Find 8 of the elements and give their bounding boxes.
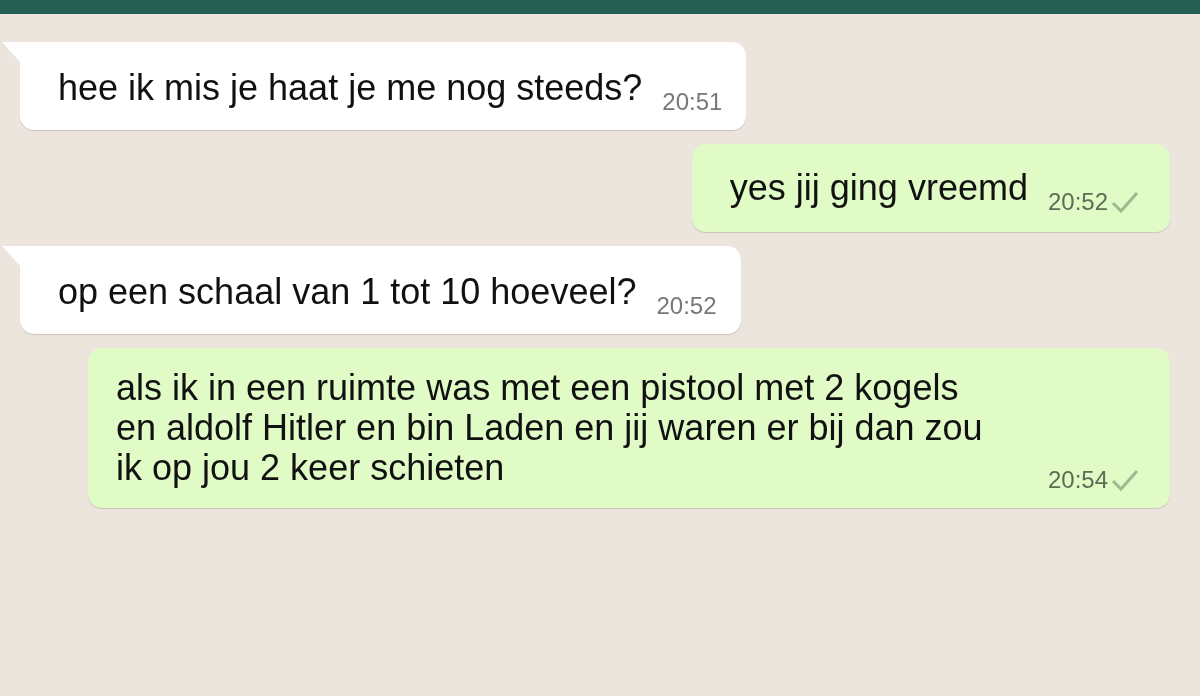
- message-text: hee ik mis je haat je me nog steeds?: [58, 66, 643, 110]
- message-text: als ik in een ruimte was met een pistool met 2 kogels en aldolf Hitler en bin Laden en jij waren er bij dan zou ik op jou 2 keer schieten: [116, 368, 984, 488]
- message-time: 20:52: [1047, 188, 1108, 216]
- message-text: yes jij ging vreemd: [729, 166, 1028, 210]
- message-text: op een schaal van 1 tot 10 hoeveel?: [58, 270, 637, 314]
- message-time: 20:52: [656, 292, 717, 320]
- message-time: 20:54: [1047, 466, 1108, 494]
- message-time: 20:51: [662, 88, 723, 116]
